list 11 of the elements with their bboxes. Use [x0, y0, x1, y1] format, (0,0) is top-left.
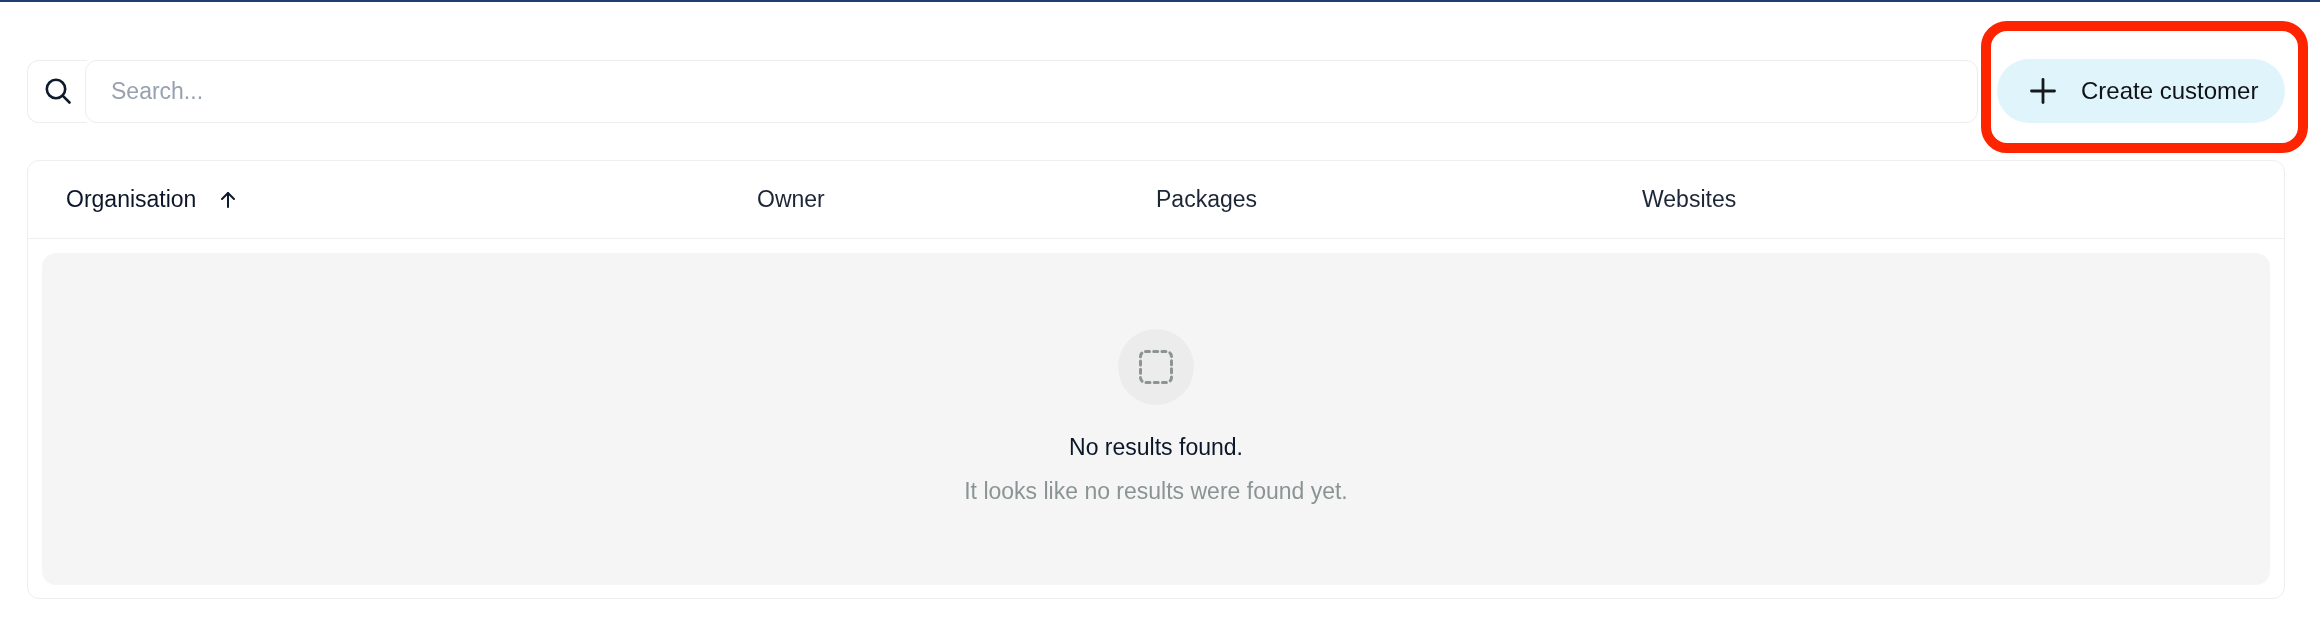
- column-header[interactable]: Packages: [1156, 186, 1257, 213]
- column-header[interactable]: Organisation: [66, 186, 237, 213]
- search-icon: [44, 78, 71, 104]
- search-field[interactable]: Search...: [85, 59, 1978, 123]
- empty-state-message: It looks like no results were found yet.: [964, 477, 1348, 506]
- empty-state-title: No results found.: [1069, 433, 1243, 462]
- arrow-up-icon: [220, 191, 237, 208]
- column-header[interactable]: Owner: [757, 186, 825, 213]
- column-header[interactable]: Websites: [1642, 186, 1737, 213]
- plus-icon: [2030, 78, 2056, 104]
- create-customer-button[interactable]: Create customer: [1997, 59, 2285, 123]
